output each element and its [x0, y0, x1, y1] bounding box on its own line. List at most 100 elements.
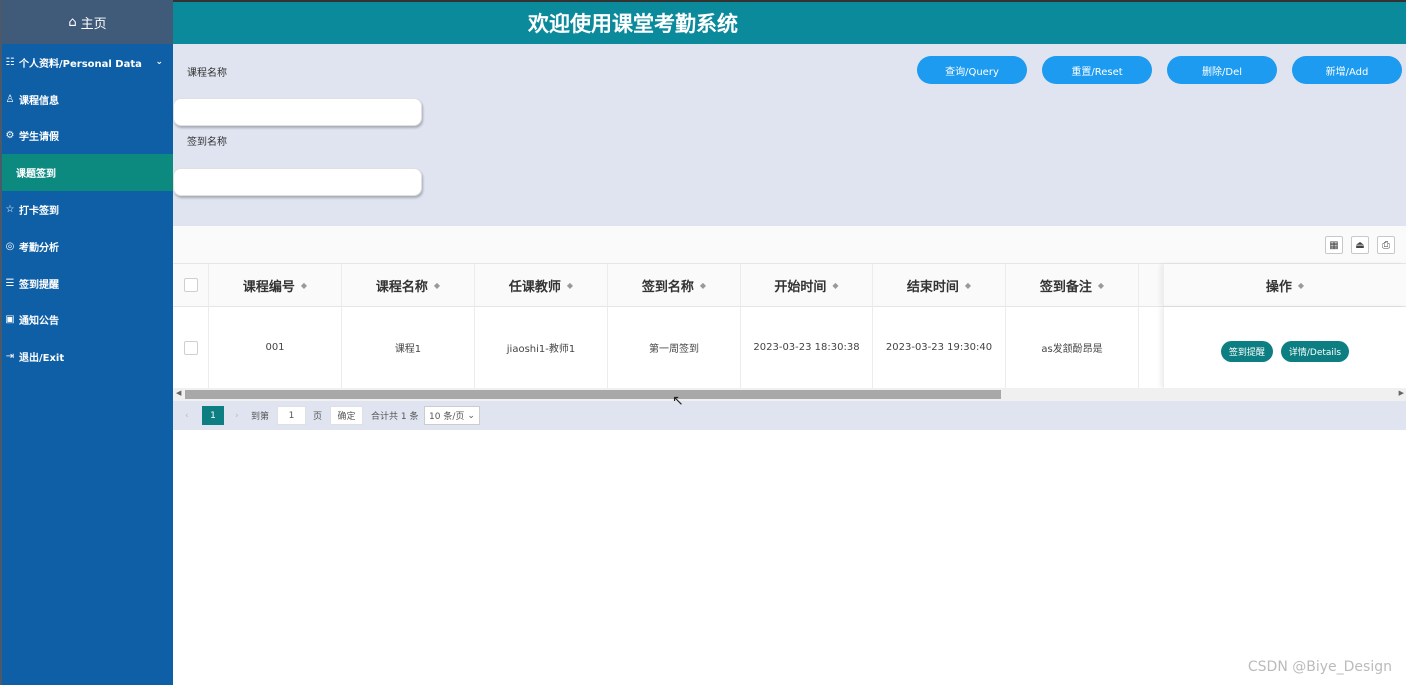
data-table: ▦ ⏏ ⎙ 课程编号 ◆ 课程名称 ◆ 任课教师 ◆ 签到名称 ◆ 开始时间 ◆	[173, 226, 1406, 430]
sidebar-item-notice[interactable]: ▣ 通知公告	[2, 302, 173, 339]
sort-icon[interactable]: ◆	[1098, 281, 1104, 290]
chart-icon: ◎	[5, 240, 15, 252]
operations-header[interactable]: 操作 ◆	[1163, 264, 1406, 306]
sort-icon[interactable]: ◆	[700, 281, 706, 290]
home-icon: ⌂	[68, 14, 77, 30]
table-row[interactable]: 001 课程1 jiaoshi1-教师1 第一周签到 2023-03-23 18…	[173, 307, 1406, 388]
sidebar-item-label: 通知公告	[19, 316, 59, 328]
sort-icon[interactable]: ◆	[434, 281, 440, 290]
column-header-label: 课程编号	[242, 279, 295, 295]
goto-page-input[interactable]: 1	[277, 406, 306, 425]
list-icon: ☰	[5, 277, 15, 289]
pagination: ‹ 1 › 到第 1 页 确定 合计共 1 条 10 条/页 ⌄	[173, 401, 1406, 430]
sidebar-home[interactable]: ⌂ 主页	[2, 0, 173, 44]
column-header-label: 开始时间	[774, 279, 827, 295]
sidebar: ⌂ 主页 ☷ 个人资料/Personal Data ⌄ ♙ 课程信息 ⚙ 学生请…	[0, 0, 173, 685]
user-icon: ♙	[5, 93, 15, 105]
signin-name-input[interactable]	[173, 168, 422, 196]
scroll-right-icon[interactable]: ▶	[1399, 389, 1404, 397]
sidebar-home-label: 主页	[80, 16, 107, 32]
user-card-icon: ☷	[5, 56, 15, 68]
column-header[interactable]: 开始时间 ◆	[741, 264, 873, 306]
sort-icon[interactable]: ◆	[301, 281, 307, 290]
query-button[interactable]: 查询/Query	[917, 56, 1027, 84]
page-title: 欢迎使用课堂考勤系统	[528, 12, 738, 36]
table-cell: 第一周签到	[608, 307, 741, 388]
page-number-current[interactable]: 1	[202, 406, 224, 425]
sort-icon[interactable]: ◆	[965, 281, 971, 290]
table-toolbar: ▦ ⏏ ⎙	[173, 226, 1406, 263]
columns-icon[interactable]: ▦	[1325, 236, 1343, 254]
exit-icon: ⇥	[5, 351, 15, 363]
details-button[interactable]: 详情/Details	[1280, 341, 1350, 362]
sidebar-item-label: 退出/Exit	[19, 353, 65, 365]
print-icon[interactable]: ⎙	[1377, 236, 1395, 254]
column-header-label: 签到名称	[641, 279, 694, 295]
select-all-checkbox[interactable]	[183, 278, 198, 292]
column-header[interactable]: 签到名称 ◆	[608, 264, 741, 306]
table-cell: 001	[209, 307, 342, 388]
top-header: 欢迎使用课堂考勤系统	[173, 0, 1406, 44]
row-actions: 签到提醒 详情/Details	[1163, 307, 1406, 388]
search-panel: 课程名称 签到名称 查询/Query 重置/Reset 删除/Del 新增/Ad…	[173, 44, 1406, 226]
column-header[interactable]: 任课教师 ◆	[475, 264, 608, 306]
sidebar-item-label: 考勤分析	[19, 242, 59, 254]
table-cell: 2023-03-23 19:30:40	[873, 307, 1006, 388]
table-header: 课程编号 ◆ 课程名称 ◆ 任课教师 ◆ 签到名称 ◆ 开始时间 ◆ 结束时间 ◆ 签到备注…	[173, 263, 1406, 307]
column-header-label: 课程名称	[375, 279, 428, 295]
page-size-select[interactable]: 10 条/页 ⌄	[424, 406, 480, 425]
sidebar-item-label: 个人资料/Personal Data	[19, 58, 142, 70]
select-all-cell	[173, 264, 209, 306]
sidebar-item-checkin[interactable]: ☆ 打卡签到	[2, 191, 173, 228]
add-button[interactable]: 新增/Add	[1292, 56, 1402, 84]
sidebar-item-signin-reminder[interactable]: ☰ 签到提醒	[2, 265, 173, 302]
export-icon[interactable]: ⏏	[1351, 236, 1369, 254]
sidebar-item-topic-signin[interactable]: 课题签到	[2, 154, 173, 192]
column-header[interactable]: 结束时间 ◆	[873, 264, 1006, 306]
sort-icon[interactable]: ◆	[832, 281, 838, 290]
delete-button[interactable]: 删除/Del	[1167, 56, 1277, 84]
sort-icon[interactable]: ◆	[1298, 281, 1304, 290]
row-checkbox[interactable]	[183, 340, 198, 355]
column-header[interactable]: 签到备注 ◆	[1006, 264, 1139, 306]
watermark: CSDN @Biye_Design	[1247, 659, 1392, 675]
gear-icon: ⚙	[5, 130, 15, 142]
star-icon: ☆	[5, 204, 15, 216]
prev-page-icon[interactable]: ‹	[185, 406, 189, 425]
next-page-icon[interactable]: ›	[235, 406, 239, 425]
sidebar-item-label: 签到提醒	[19, 279, 59, 291]
column-header-label: 操作	[1265, 279, 1292, 295]
column-header[interactable]: 课程名称 ◆	[342, 264, 475, 306]
sort-icon[interactable]: ◆	[567, 281, 573, 290]
page-size-value: 10 条/页	[429, 412, 465, 422]
table-cell: jiaoshi1-教师1	[475, 307, 608, 388]
column-header-label: 任课教师	[508, 279, 561, 295]
column-header[interactable]: 课程编号 ◆	[209, 264, 342, 306]
sidebar-item-course-info[interactable]: ♙ 课程信息	[2, 81, 173, 118]
sidebar-item-attendance-analysis[interactable]: ◎ 考勤分析	[2, 228, 173, 265]
table-cell: 课程1	[342, 307, 475, 388]
goto-confirm-button[interactable]: 确定	[330, 406, 363, 425]
scrollbar-thumb[interactable]	[185, 390, 1001, 399]
total-count: 合计共 1 条	[371, 412, 419, 422]
course-name-input[interactable]	[173, 98, 422, 126]
column-header-label: 签到备注	[1039, 279, 1092, 295]
sidebar-item-exit[interactable]: ⇥ 退出/Exit	[2, 338, 173, 375]
sidebar-item-label: 打卡签到	[19, 206, 59, 218]
sidebar-item-student-leave[interactable]: ⚙ 学生请假	[2, 118, 173, 155]
chevron-down-icon[interactable]: ⌄	[155, 57, 163, 67]
signin-reminder-button[interactable]: 签到提醒	[1220, 341, 1273, 362]
sidebar-item-label: 课题签到	[16, 169, 56, 181]
page-unit-label: 页	[313, 412, 323, 422]
scroll-left-icon[interactable]: ◀	[176, 389, 181, 397]
horizontal-scrollbar[interactable]: ◀ ▶	[173, 388, 1406, 401]
sidebar-item-personal-data[interactable]: ☷ 个人资料/Personal Data ⌄	[2, 44, 173, 81]
sidebar-item-label: 学生请假	[19, 132, 59, 144]
reset-button[interactable]: 重置/Reset	[1042, 56, 1152, 84]
table-cell: 2023-03-23 18:30:38	[741, 307, 873, 388]
notice-icon: ▣	[5, 314, 15, 326]
course-name-label: 课程名称	[187, 68, 227, 79]
mouse-cursor-icon: ↖	[672, 393, 684, 409]
sidebar-item-label: 课程信息	[19, 95, 59, 107]
signin-name-label: 签到名称	[187, 137, 227, 148]
